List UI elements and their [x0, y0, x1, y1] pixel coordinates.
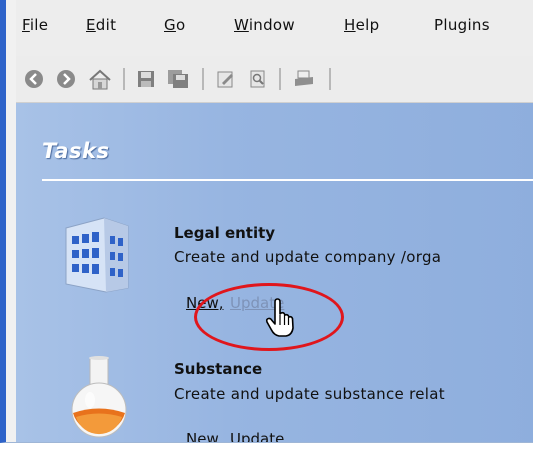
back-icon[interactable] — [22, 67, 46, 91]
tasks-title: Tasks — [42, 139, 110, 163]
hand-cursor-icon — [265, 298, 295, 342]
preview-icon[interactable] — [246, 67, 270, 91]
legal-entity-title: Legal entity — [174, 224, 276, 242]
legal-entity-description: Create and update company /orga — [174, 248, 442, 266]
menu-window[interactable]: Window — [234, 16, 295, 34]
building-icon — [60, 216, 132, 298]
edit-icon[interactable] — [214, 67, 238, 91]
home-icon[interactable] — [88, 67, 112, 91]
menu-plugins[interactable]: Plugins — [434, 16, 490, 34]
application-window: File Edit Go Window Help Plugins Tasks L… — [0, 0, 533, 443]
flask-icon — [68, 356, 132, 442]
substance-title: Substance — [174, 360, 263, 378]
menu-edit[interactable]: Edit — [86, 16, 116, 34]
tasks-panel: Tasks Legal entity Create and update com… — [16, 103, 533, 442]
toolbar — [16, 56, 533, 103]
menu-bar: File Edit Go Window Help Plugins — [16, 0, 533, 56]
substance-update-link[interactable]: Update — [230, 430, 284, 442]
menu-file[interactable]: File — [22, 16, 48, 34]
substance-description: Create and update substance relat — [174, 385, 445, 403]
print-icon[interactable] — [292, 67, 316, 91]
save-icon[interactable] — [134, 67, 158, 91]
menu-go[interactable]: Go — [164, 16, 185, 34]
save-all-icon[interactable] — [166, 67, 190, 91]
tasks-divider — [42, 179, 533, 181]
substance-new-link[interactable]: New, — [186, 430, 224, 442]
menu-help[interactable]: Help — [344, 16, 379, 34]
forward-icon[interactable] — [54, 67, 78, 91]
